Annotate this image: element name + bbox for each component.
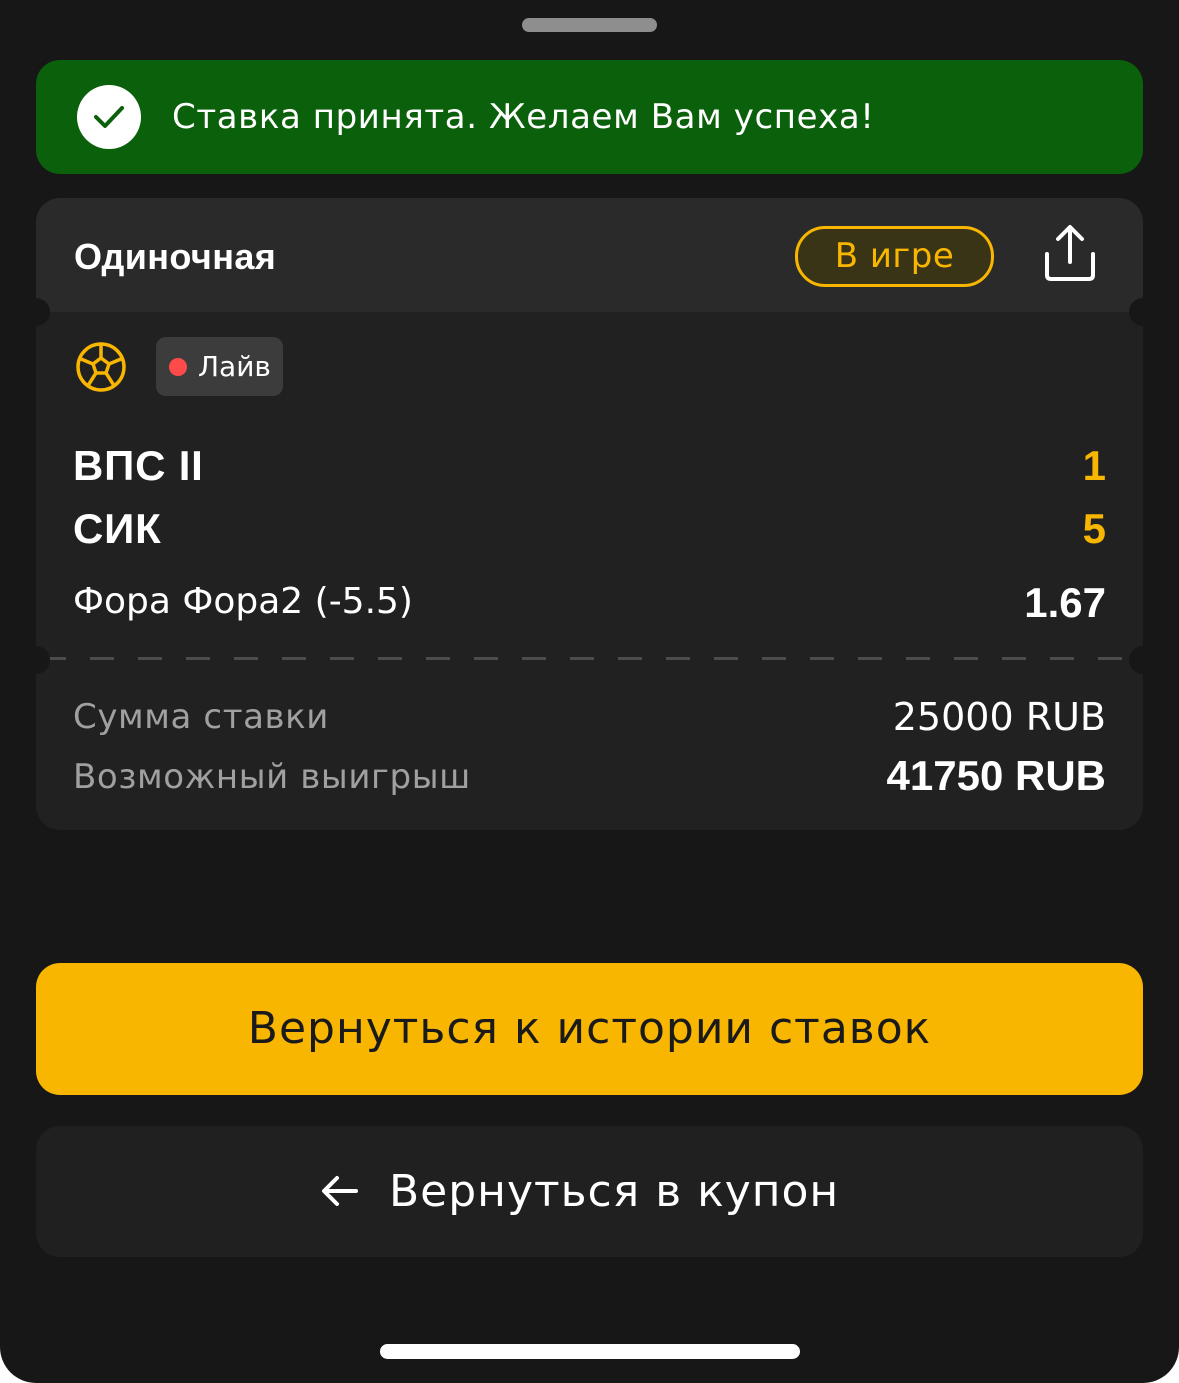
share-icon (1045, 225, 1095, 281)
live-label: Лайв (198, 350, 271, 383)
ticket-notch (22, 298, 50, 326)
bet-card-header: Одиночная В игре (36, 198, 1143, 312)
bet-type: Одиночная (74, 236, 277, 277)
stake-label: Сумма ставки (73, 697, 330, 737)
home-indicator[interactable] (380, 1344, 800, 1359)
bet-market: Фора Фора2 (-5.5) (73, 581, 413, 622)
ticket-notch (1129, 298, 1157, 326)
arrow-left-icon (320, 1171, 360, 1211)
back-to-coupon-button[interactable]: Вернуться в купон (36, 1126, 1143, 1257)
live-dot-icon (169, 358, 187, 376)
possible-win-value: 41750 RUB (886, 752, 1106, 799)
stake-value: 25000 RUB (892, 695, 1106, 739)
team-home-name: ВПС II (73, 442, 204, 489)
success-toast: Ставка принята. Желаем Вам успеха! (36, 60, 1143, 174)
back-to-coupon-label: Вернуться в купон (389, 1166, 840, 1217)
live-badge: Лайв (156, 337, 283, 396)
bet-odds: 1.67 (1024, 579, 1106, 626)
soccer-ball-icon (75, 341, 127, 393)
team-away-name: СИК (73, 505, 162, 552)
team-away-score: 5 (1082, 505, 1106, 552)
ticket-notch (22, 646, 50, 674)
bet-card-event: Лайв ВПС II 1 СИК 5 Фора Фора2 (-5.5) 1.… (36, 312, 1143, 660)
back-to-history-button[interactable]: Вернуться к истории ставок (36, 963, 1143, 1095)
toast-message: Ставка принята. Желаем Вам успеха! (172, 97, 875, 137)
sheet-grabber[interactable] (522, 18, 657, 32)
ticket-notch (1129, 646, 1157, 674)
possible-win-label: Возможный выигрыш (73, 757, 471, 797)
checkmark-icon (77, 85, 141, 149)
status-badge: В игре (795, 226, 994, 287)
bet-card-summary: Сумма ставки 25000 RUB Возможный выигрыш… (36, 660, 1143, 830)
team-home-score: 1 (1082, 442, 1106, 489)
bet-confirmation-sheet: Ставка принята. Желаем Вам успеха! Одино… (0, 0, 1179, 1383)
share-button[interactable] (1039, 222, 1101, 284)
